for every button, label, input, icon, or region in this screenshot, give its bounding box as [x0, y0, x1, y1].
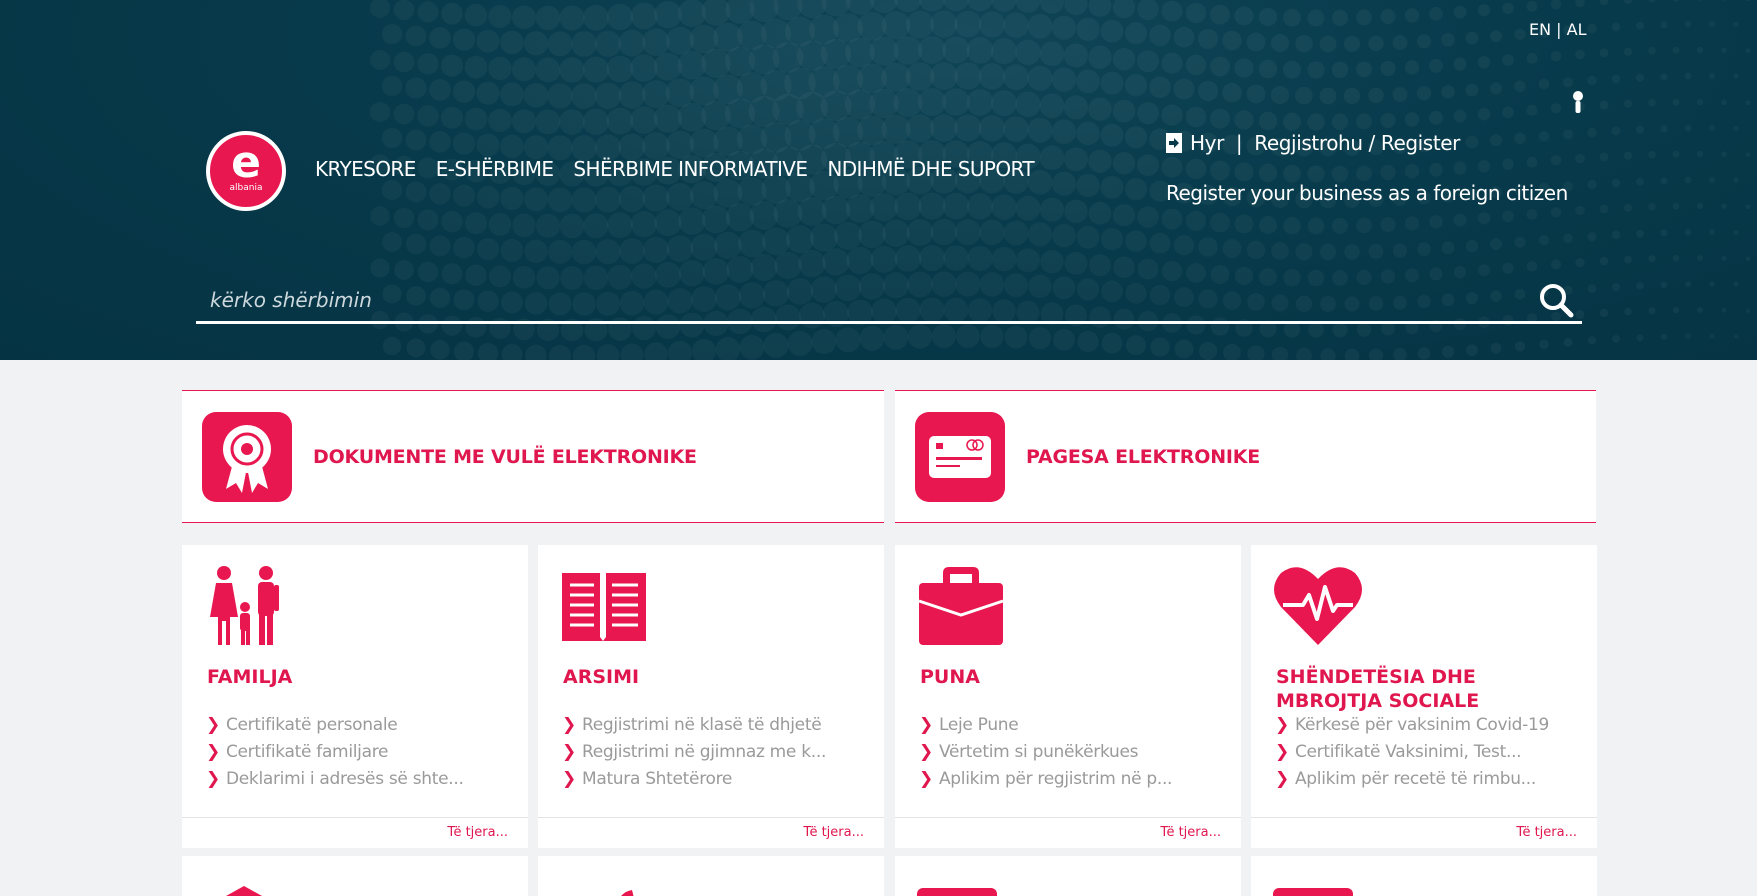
heart-pulse-icon	[1274, 567, 1362, 645]
chevron-right-icon: ❯	[919, 742, 933, 762]
nav-item-e-sherbime[interactable]: E-SHËRBIME	[436, 157, 554, 181]
category-card-partial[interactable]	[895, 856, 1241, 896]
login-link[interactable]: Hyr	[1190, 131, 1224, 155]
service-list: ❯ Regjistrimi në klasë të dhjetë ❯ Regjist…	[562, 715, 872, 796]
logo-text: albania	[229, 183, 263, 193]
category-card-arsimi[interactable]: ARSIMI ❯ Regjistrimi në klasë të dhjetë ❯…	[538, 545, 884, 848]
banner-electronic-seal-documents[interactable]: DOKUMENTE ME VULË ELEKTRONIKE	[182, 390, 884, 523]
award-ribbon-icon	[202, 411, 292, 502]
register-link[interactable]: Regjistrohu / Register	[1254, 131, 1460, 155]
service-link[interactable]: ❯ Certifikatë familjare	[206, 742, 516, 769]
service-link[interactable]: ❯ Kërkesë për vaksinim Covid-19	[1275, 715, 1585, 742]
banner-electronic-payments[interactable]: PAGESA ELEKTRONIKE	[895, 390, 1596, 523]
chevron-right-icon: ❯	[206, 742, 220, 762]
more-link[interactable]: Të tjera...	[1251, 817, 1597, 848]
service-link[interactable]: ❯ Certifikatë Vaksinimi, Test...	[1275, 742, 1585, 769]
category-card-partial[interactable]	[538, 856, 884, 896]
more-link[interactable]: Të tjera...	[182, 817, 528, 848]
category-card-shendetesia[interactable]: SHËNDETËSIA DHE MBROJTJA SOCIALE ❯ Kërkes…	[1251, 545, 1597, 848]
chevron-right-icon: ❯	[562, 715, 576, 735]
partial-icon	[1273, 888, 1353, 896]
category-title: SHËNDETËSIA DHE MBROJTJA SOCIALE	[1276, 666, 1480, 712]
category-card-puna[interactable]: PUNA ❯ Leje Pune ❯ Vërtetim si punëkërkues…	[895, 545, 1241, 848]
chevron-right-icon: ❯	[1275, 715, 1289, 735]
service-list: ❯ Leje Pune ❯ Vërtetim si punëkërkues ❯ Apl…	[919, 715, 1229, 796]
category-title: FAMILJA	[207, 666, 293, 688]
lang-al[interactable]: AL	[1567, 20, 1587, 39]
category-card-partial[interactable]	[182, 856, 528, 896]
chevron-right-icon: ❯	[206, 715, 220, 735]
service-link[interactable]: ❯ Regjistrimi në klasë të dhjetë	[562, 715, 872, 742]
category-title: PUNA	[920, 666, 980, 688]
more-link[interactable]: Të tjera...	[538, 817, 884, 848]
partial-icon	[621, 890, 634, 896]
briefcase-icon	[918, 567, 1004, 645]
service-list: ❯ Certifikatë personale ❯ Certifikatë fami…	[206, 715, 516, 796]
chevron-right-icon: ❯	[1275, 742, 1289, 762]
service-link[interactable]: ❯ Deklarimi i adresës së shte...	[206, 769, 516, 796]
banner-title: PAGESA ELEKTRONIKE	[1026, 445, 1261, 468]
nav-item-ndihme-dhe-suport[interactable]: NDIHMË DHE SUPORT	[827, 157, 1034, 181]
family-icon	[210, 566, 279, 645]
service-link[interactable]: ❯ Aplikim për regjistrim në p...	[919, 769, 1229, 796]
nav-item-sherbime-informative[interactable]: SHËRBIME INFORMATIVE	[573, 157, 808, 181]
category-card-familja[interactable]: FAMILJA ❯ Certifikatë personale ❯ Certifik…	[182, 545, 528, 848]
auth-separator: |	[1235, 131, 1243, 155]
lang-separator: |	[1556, 20, 1562, 39]
chevron-right-icon: ❯	[919, 715, 933, 735]
search-icon[interactable]	[1538, 282, 1574, 318]
login-icon[interactable]	[1166, 133, 1182, 153]
open-book-icon	[562, 573, 646, 641]
header-hero: EN | AL e albania KRYESORE E-SHËRBIME SH…	[0, 0, 1757, 360]
main-nav: KRYESORE E-SHËRBIME SHËRBIME INFORMATIVE…	[315, 157, 1035, 181]
chevron-right-icon: ❯	[1275, 769, 1289, 789]
service-link[interactable]: ❯ Leje Pune	[919, 715, 1229, 742]
language-switcher: EN | AL	[1529, 20, 1587, 39]
category-card-partial[interactable]	[1251, 856, 1597, 896]
search-bar	[196, 278, 1582, 324]
service-link[interactable]: ❯ Vërtetim si punëkërkues	[919, 742, 1229, 769]
search-input[interactable]	[210, 284, 1510, 316]
partial-icon	[917, 888, 997, 896]
building-icon	[226, 886, 262, 896]
nav-item-kryesore[interactable]: KRYESORE	[315, 157, 416, 181]
category-title: ARSIMI	[563, 666, 640, 688]
auth-links: Hyr | Regjistrohu / Register	[1166, 131, 1460, 155]
chevron-right-icon: ❯	[562, 769, 576, 789]
e-albania-logo[interactable]: e albania	[206, 131, 286, 211]
more-link[interactable]: Të tjera...	[895, 817, 1241, 848]
service-link[interactable]: ❯ Aplikim për recetë të rimbu...	[1275, 769, 1585, 796]
chevron-right-icon: ❯	[562, 742, 576, 762]
lang-en[interactable]: EN	[1529, 20, 1551, 39]
accessibility-person-icon[interactable]	[1570, 90, 1586, 116]
service-list: ❯ Kërkesë për vaksinim Covid-19 ❯ Certifik…	[1275, 715, 1585, 796]
service-link[interactable]: ❯ Regjistrimi në gjimnaz me k...	[562, 742, 872, 769]
service-link[interactable]: ❯ Matura Shtetërore	[562, 769, 872, 796]
logo-letter: e	[231, 137, 261, 188]
service-link[interactable]: ❯ Certifikatë personale	[206, 715, 516, 742]
chevron-right-icon: ❯	[206, 769, 220, 789]
chevron-right-icon: ❯	[919, 769, 933, 789]
credit-card-icon	[915, 411, 1005, 502]
banner-title: DOKUMENTE ME VULË ELEKTRONIKE	[313, 445, 697, 468]
foreign-business-link[interactable]: Register your business as a foreign citi…	[1166, 181, 1568, 205]
